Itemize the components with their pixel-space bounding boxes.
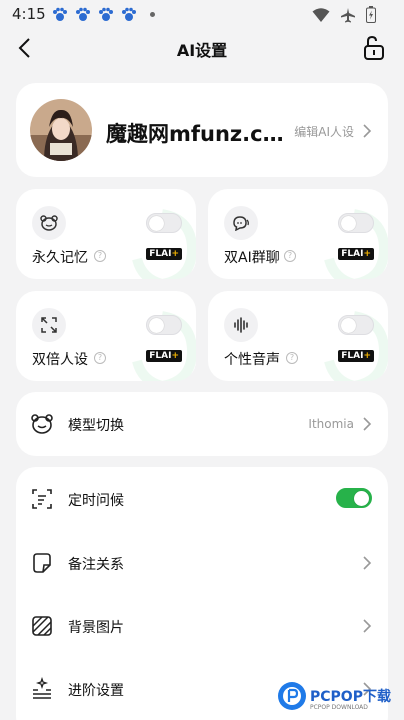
status-bar: 4:15	[0, 0, 404, 30]
setting-label: 定时问候	[68, 493, 124, 509]
feature-card-double-persona: 双倍人设 ? FLAI+	[16, 291, 196, 381]
image-stripes-icon	[32, 616, 52, 636]
paw-icon	[122, 7, 136, 21]
help-icon[interactable]: ?	[94, 250, 106, 262]
sparkle-list-icon	[33, 677, 51, 699]
setting-label: 背景图片	[68, 620, 124, 636]
flai-badge: FLAI+	[146, 248, 182, 260]
expand-arrows-icon	[32, 308, 66, 342]
model-value: Ithomia	[308, 417, 354, 431]
setting-label: 进阶设置	[68, 683, 124, 699]
chevron-right-icon	[363, 124, 372, 138]
chevron-right-icon	[363, 556, 372, 570]
settings-row-background-image[interactable]: 背景图片	[16, 594, 388, 658]
bear-face-icon	[31, 414, 53, 434]
feature-card-permanent-memory: 永久记忆 ? FLAI+	[16, 189, 196, 279]
feature-card-personal-voice: 个性音声 ? FLAI+	[208, 291, 388, 381]
model-switch-row[interactable]: 模型切换 Ithomia	[16, 392, 388, 456]
dot-icon	[150, 12, 155, 17]
help-icon[interactable]: ?	[284, 250, 296, 262]
ai-avatar[interactable]	[30, 99, 92, 161]
toggle-permanent-memory[interactable]	[146, 213, 182, 233]
feature-label: 双AI群聊	[224, 250, 280, 266]
status-time: 4:15	[12, 5, 46, 23]
brand-text: PCPOP下载	[310, 689, 391, 705]
ai-profile-card[interactable]: 魔趣网mfunz.com 编辑AI人设	[16, 83, 388, 177]
voice-waveform-icon	[224, 308, 258, 342]
toggle-scheduled-greeting[interactable]	[336, 488, 372, 508]
paw-icon	[99, 7, 113, 21]
flai-badge: FLAI+	[338, 350, 374, 362]
chevron-right-icon	[363, 417, 372, 431]
scan-timer-icon	[32, 489, 52, 509]
airplane-icon	[341, 7, 355, 22]
ai-name: 魔趣网mfunz.com	[106, 122, 296, 146]
help-icon[interactable]: ?	[94, 352, 106, 364]
feature-label: 双倍人设	[32, 352, 88, 368]
chat-bubbles-icon	[224, 206, 258, 240]
brand-watermark: PCPOP下载 PCPOP DOWNLOAD	[278, 680, 402, 716]
settings-row-scheduled-greeting[interactable]: 定时问候	[16, 467, 388, 531]
page-title: AI设置	[176, 41, 228, 60]
settings-row-note-relationship[interactable]: 备注关系	[16, 531, 388, 595]
setting-label: 备注关系	[68, 557, 124, 573]
brand-subtext: PCPOP DOWNLOAD	[310, 704, 368, 711]
chevron-right-icon	[363, 619, 372, 633]
model-switch-label: 模型切换	[68, 418, 124, 434]
feature-card-dual-ai-chat: 双AI群聊 ? FLAI+	[208, 189, 388, 279]
help-icon[interactable]: ?	[286, 352, 298, 364]
toggle-dual-ai-chat[interactable]	[338, 213, 374, 233]
bear-face-icon	[32, 206, 66, 240]
flai-badge: FLAI+	[338, 248, 374, 260]
feature-label: 永久记忆	[32, 250, 88, 266]
feature-label: 个性音声	[224, 352, 280, 368]
app-header: AI设置	[0, 30, 404, 66]
toggle-personal-voice[interactable]	[338, 315, 374, 335]
flai-badge: FLAI+	[146, 350, 182, 362]
toggle-double-persona[interactable]	[146, 315, 182, 335]
wifi-icon	[312, 7, 330, 22]
unlock-button[interactable]	[362, 35, 386, 61]
battery-icon	[366, 6, 376, 23]
brand-logo-icon	[278, 682, 306, 710]
note-icon	[33, 553, 51, 573]
paw-icon	[76, 7, 90, 21]
paw-icon	[53, 7, 67, 21]
edit-persona-link[interactable]: 编辑AI人设	[294, 123, 354, 140]
